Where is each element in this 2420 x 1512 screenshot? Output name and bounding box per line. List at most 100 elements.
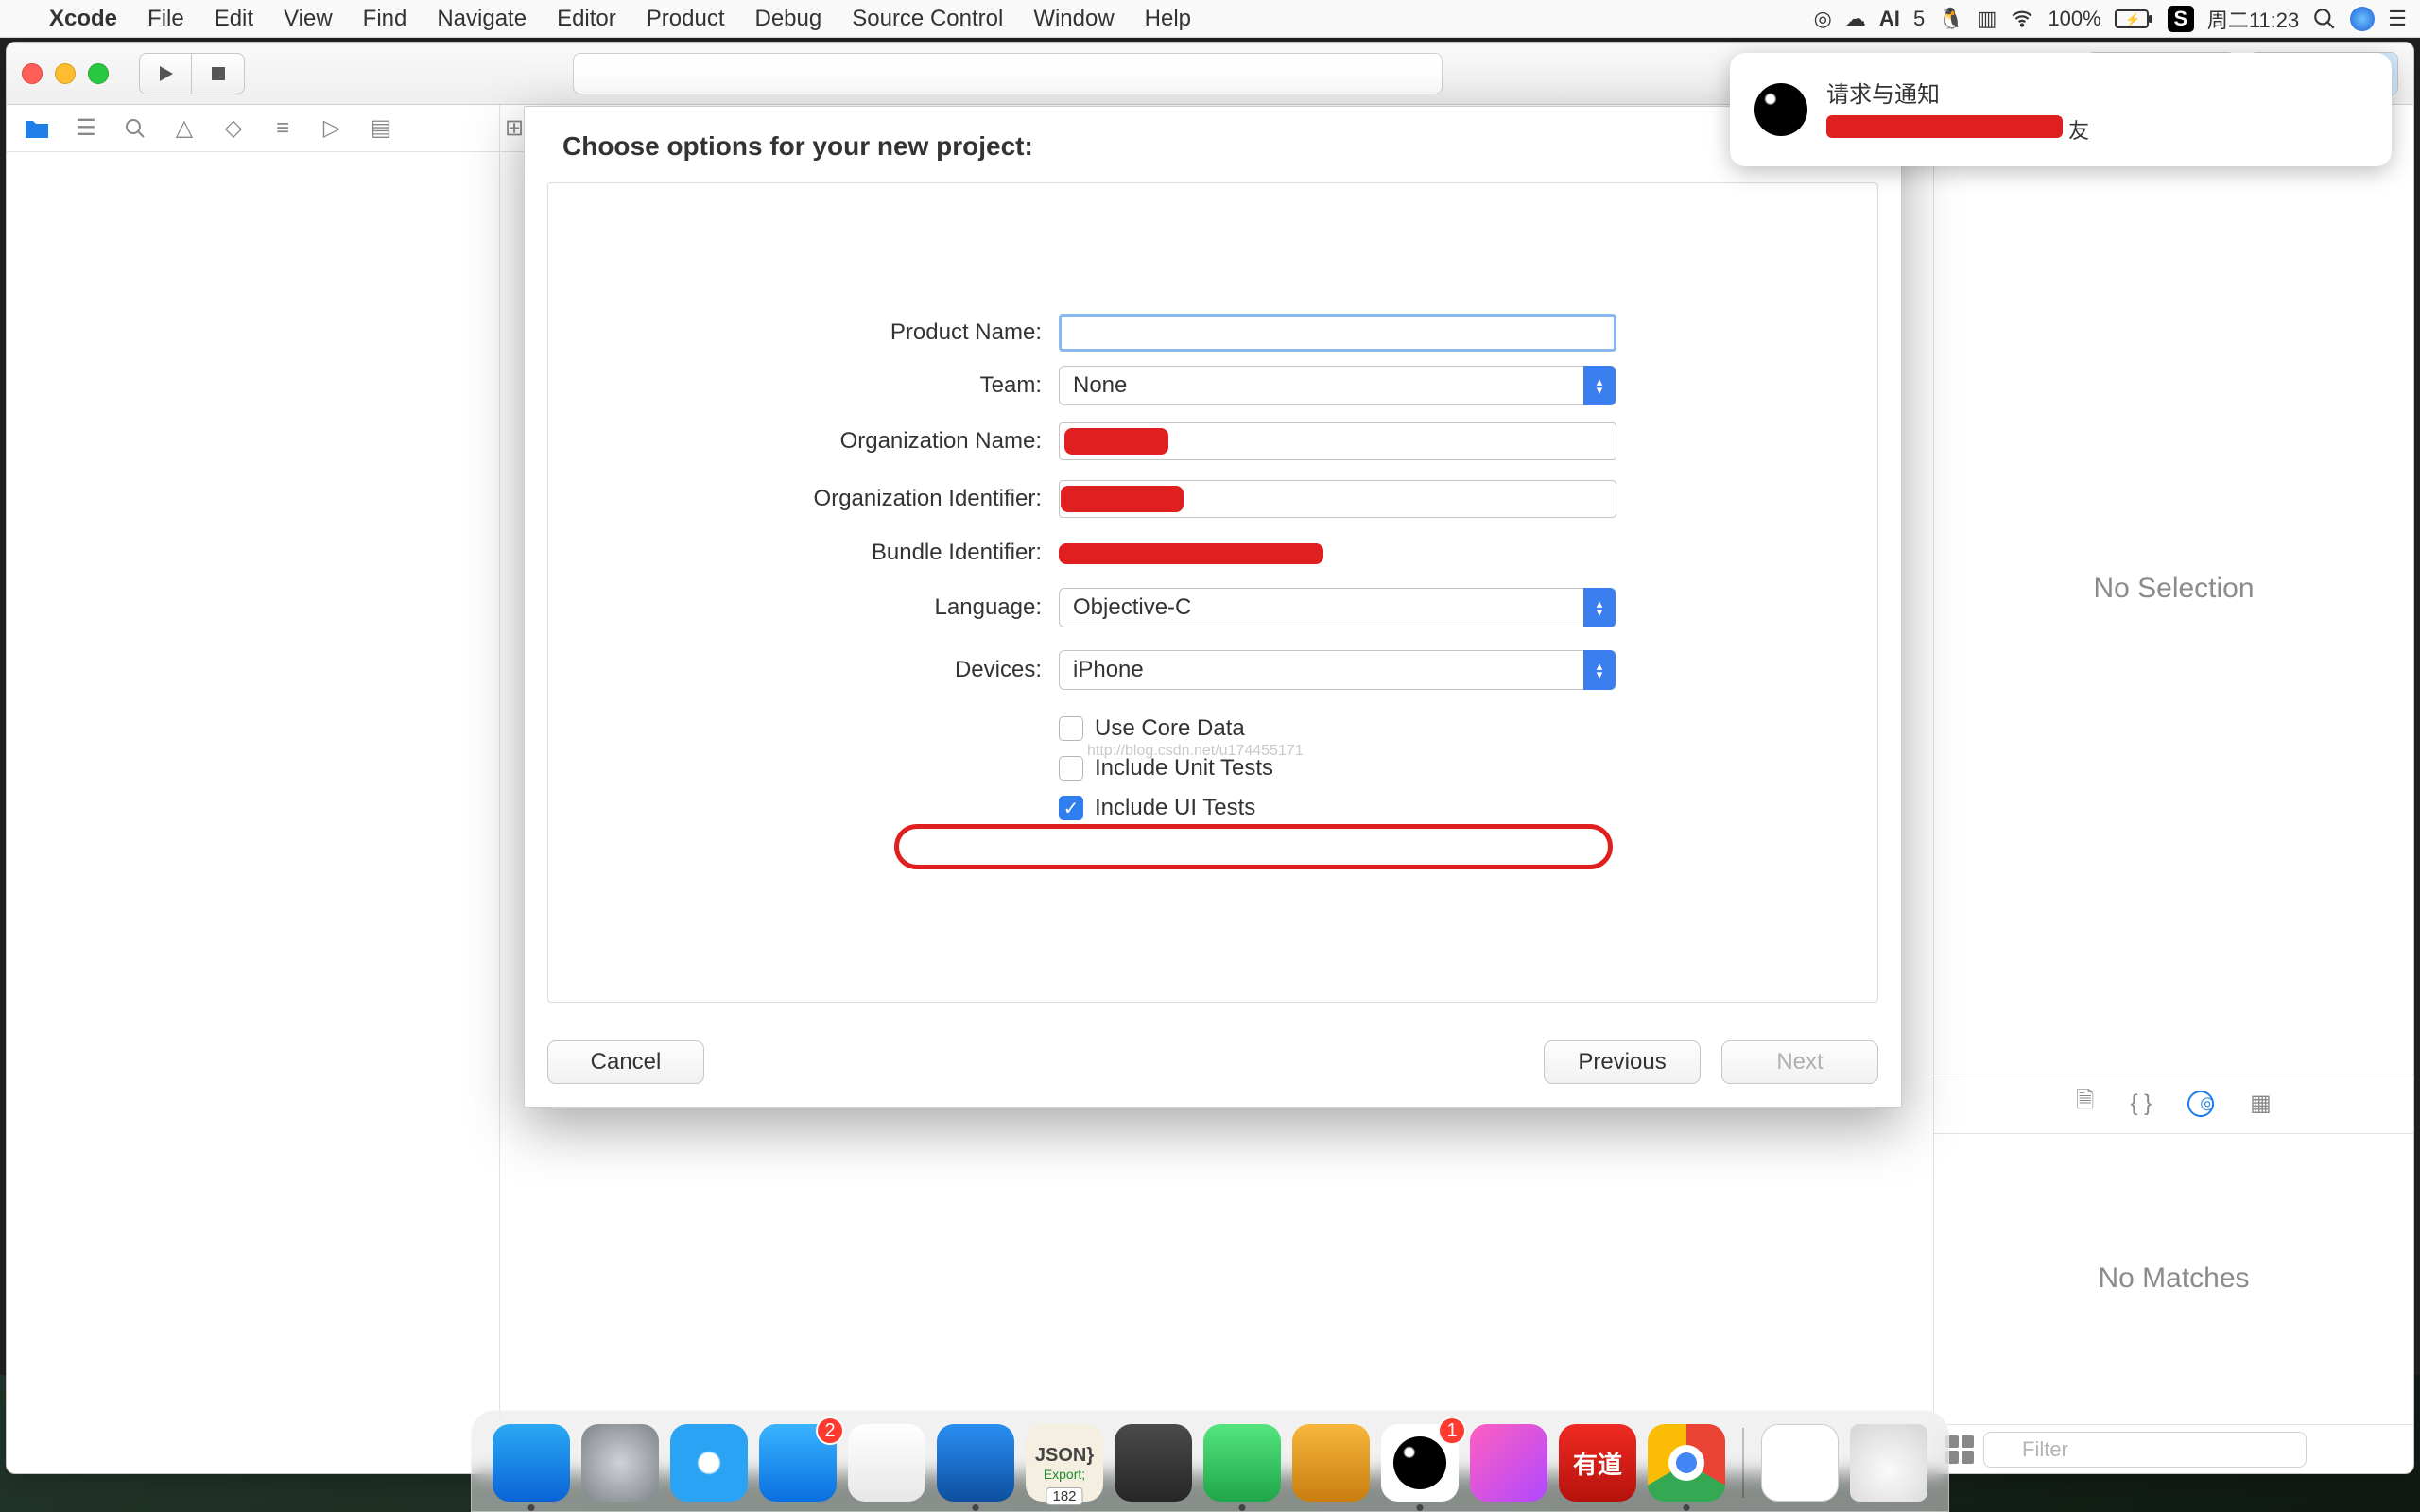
dock-youdao[interactable]: 有道: [1559, 1424, 1636, 1502]
status-wechat-icon[interactable]: ☁: [1845, 7, 1866, 31]
dock-xcode[interactable]: [937, 1424, 1014, 1502]
menu-help[interactable]: Help: [1130, 6, 1206, 32]
dock-recent-doc[interactable]: [1761, 1424, 1839, 1502]
team-select[interactable]: None ▴▾: [1059, 366, 1616, 405]
scheme-activity-bar[interactable]: [573, 53, 1443, 94]
status-spotlight-icon[interactable]: [2312, 7, 2337, 31]
select-knob-icon: ▴▾: [1583, 366, 1616, 405]
status-sogou-icon[interactable]: S: [2168, 6, 2194, 32]
dock-wechat[interactable]: [1203, 1424, 1281, 1502]
devices-select[interactable]: iPhone ▴▾: [1059, 650, 1616, 690]
test-navigator-icon[interactable]: ◇: [211, 110, 256, 147]
label-language: Language:: [548, 594, 1059, 621]
dock-chrome[interactable]: [1648, 1424, 1725, 1502]
menu-navigate[interactable]: Navigate: [422, 6, 542, 32]
dock-qq[interactable]: 1: [1381, 1424, 1459, 1502]
json-badge: 182: [1046, 1487, 1082, 1505]
qq-notification[interactable]: 请求与通知 友: [1730, 53, 2392, 166]
menu-view[interactable]: View: [268, 6, 348, 32]
menubar-app-name[interactable]: Xcode: [34, 6, 132, 32]
code-snippet-library-icon[interactable]: { }: [2130, 1091, 2152, 1117]
menu-debug[interactable]: Debug: [740, 6, 838, 32]
use-core-data-checkbox[interactable]: [1059, 716, 1083, 741]
previous-button[interactable]: Previous: [1544, 1040, 1701, 1084]
window-minimize-button[interactable]: [55, 63, 76, 84]
status-siri-icon[interactable]: [2350, 7, 2375, 31]
navigator-tabs: ☰ △ ◇ ≡ ▷ ▤: [7, 105, 499, 152]
macos-menubar: Xcode File Edit View Find Navigate Edito…: [0, 0, 2420, 38]
team-value: None: [1073, 372, 1127, 399]
run-button[interactable]: [139, 53, 192, 94]
project-navigator-icon[interactable]: [14, 110, 60, 147]
status-battery-extra-icon[interactable]: ▥: [1978, 7, 1997, 31]
menu-sourcecontrol[interactable]: Source Control: [837, 6, 1018, 32]
label-devices: Devices:: [548, 657, 1059, 683]
menu-product[interactable]: Product: [631, 6, 740, 32]
window-zoom-button[interactable]: [88, 63, 109, 84]
qq-penguin-icon: [1754, 83, 1807, 136]
next-button[interactable]: Next: [1721, 1040, 1878, 1084]
dock-appstore[interactable]: 2: [759, 1424, 837, 1502]
menu-file[interactable]: File: [132, 6, 199, 32]
status-spotlight-alt-icon[interactable]: ◎: [1814, 7, 1832, 31]
navigator-panel: ☰ △ ◇ ≡ ▷ ▤: [7, 105, 500, 1473]
report-navigator-icon[interactable]: ▤: [358, 110, 404, 147]
sheet-title: Choose options for your new project:: [525, 107, 1901, 182]
status-qq-icon[interactable]: 🐧: [1938, 7, 1963, 31]
symbol-navigator-icon[interactable]: ☰: [63, 110, 109, 147]
stop-button[interactable]: [192, 53, 245, 94]
inspector-no-selection: No Selection: [1934, 105, 2413, 1074]
dock-textedit[interactable]: [848, 1424, 925, 1502]
status-battery[interactable]: 100% ⚡: [2048, 7, 2153, 31]
include-ui-tests-checkbox[interactable]: ✓: [1059, 796, 1083, 820]
cancel-button[interactable]: Cancel: [547, 1040, 704, 1084]
dock-json[interactable]: JSON}Export;182: [1026, 1424, 1103, 1502]
notification-body: 友: [1826, 114, 2367, 145]
watermark-text: http://blog.csdn.net/u174455171: [1087, 743, 1304, 760]
notification-title: 请求与通知: [1826, 76, 2367, 109]
new-project-sheet: Choose options for your new project: Pro…: [524, 106, 1902, 1108]
devices-value: iPhone: [1073, 657, 1144, 683]
product-name-input[interactable]: [1059, 314, 1616, 352]
bundle-identifier-value: [1059, 540, 1616, 566]
annotation-highlight: [894, 824, 1613, 869]
use-core-data-label: Use Core Data: [1095, 715, 1245, 742]
dock-finder[interactable]: [493, 1424, 570, 1502]
label-product-name: Product Name:: [548, 319, 1059, 346]
inspector-panel: No Selection 🗎 { } ◎ ▦ No Matches ⊜: [1933, 105, 2413, 1473]
dock-trash[interactable]: [1850, 1424, 1927, 1502]
language-value: Objective-C: [1073, 594, 1191, 621]
find-navigator-icon[interactable]: [112, 110, 158, 147]
label-bundle-id: Bundle Identifier:: [548, 540, 1059, 566]
debug-navigator-icon[interactable]: ≡: [260, 110, 305, 147]
dock-sublime[interactable]: [1115, 1424, 1192, 1502]
dock-mweb[interactable]: [1292, 1424, 1370, 1502]
include-ui-tests-label: Include UI Tests: [1095, 795, 1255, 821]
object-library-icon[interactable]: ◎: [2187, 1091, 2214, 1117]
select-knob-icon: ▴▾: [1583, 588, 1616, 627]
breakpoint-navigator-icon[interactable]: ▷: [309, 110, 354, 147]
status-wifi-icon[interactable]: [2010, 7, 2034, 31]
dock-safari[interactable]: [670, 1424, 748, 1502]
media-library-icon[interactable]: ▦: [2250, 1090, 2272, 1117]
issue-navigator-icon[interactable]: △: [162, 110, 207, 147]
status-notification-center-icon[interactable]: ☰: [2388, 7, 2407, 31]
label-org-id: Organization Identifier:: [548, 486, 1059, 512]
dock-itunes[interactable]: [1470, 1424, 1547, 1502]
menu-edit[interactable]: Edit: [199, 6, 268, 32]
menu-find[interactable]: Find: [348, 6, 423, 32]
appstore-badge: 2: [816, 1417, 844, 1445]
file-template-library-icon[interactable]: 🗎: [2076, 1084, 2094, 1123]
select-knob-icon: ▴▾: [1583, 650, 1616, 690]
menu-window[interactable]: Window: [1018, 6, 1129, 32]
menu-editor[interactable]: Editor: [542, 6, 631, 32]
svg-text:⚡: ⚡: [2125, 12, 2140, 27]
status-clock[interactable]: 周二11:23: [2207, 4, 2299, 34]
language-select[interactable]: Objective-C ▴▾: [1059, 588, 1616, 627]
dock-launchpad[interactable]: [581, 1424, 659, 1502]
window-close-button[interactable]: [22, 63, 43, 84]
include-unit-tests-checkbox[interactable]: [1059, 756, 1083, 781]
status-adobe-icon[interactable]: AI 5: [1879, 7, 1925, 31]
label-org-name: Organization Name:: [548, 428, 1059, 455]
qq-badge: 1: [1438, 1417, 1466, 1445]
